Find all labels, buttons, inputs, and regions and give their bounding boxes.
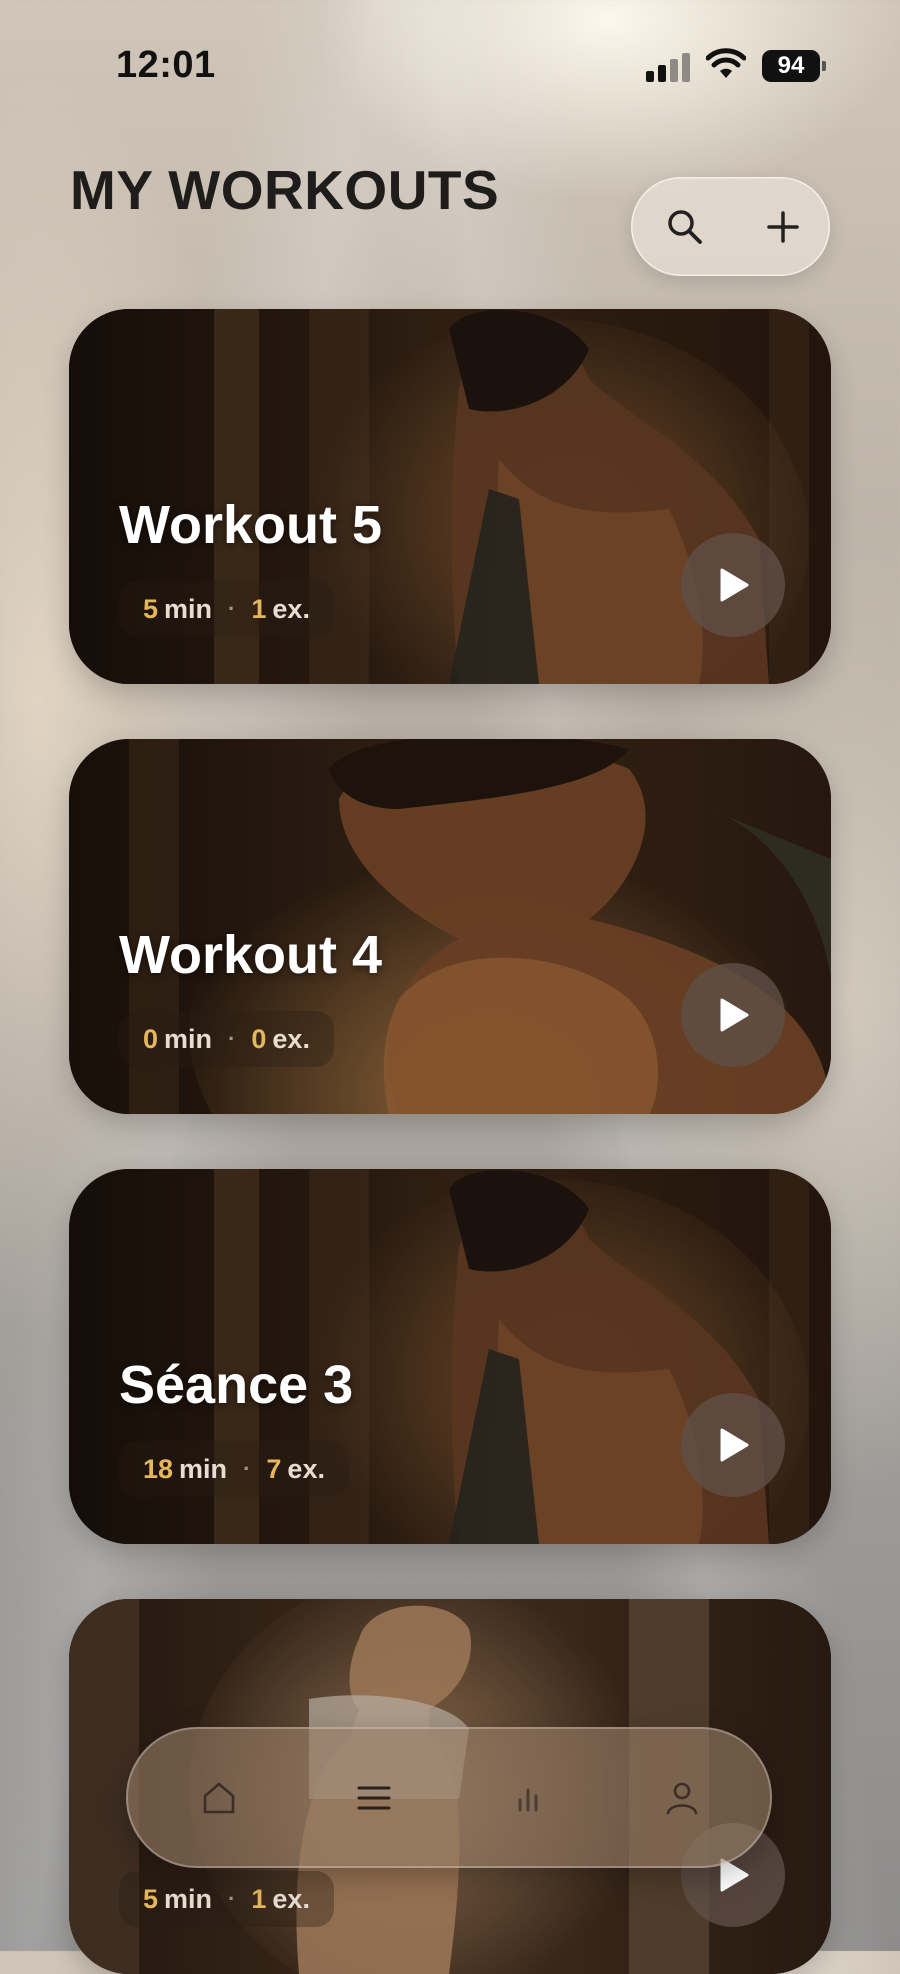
home-icon bbox=[203, 1782, 235, 1814]
workout-meta: 5 min · 1 ex. bbox=[119, 581, 334, 637]
workout-exercise-unit: ex. bbox=[272, 593, 310, 624]
workout-duration-value: 5 bbox=[143, 593, 159, 624]
workout-duration-value: 5 bbox=[143, 1883, 159, 1914]
workout-exercise-count: 7 bbox=[266, 1453, 282, 1484]
tab-workouts[interactable] bbox=[343, 1767, 405, 1829]
workout-exercise-unit: ex. bbox=[272, 1883, 310, 1914]
workout-meta: 5 min · 1 ex. bbox=[119, 1871, 334, 1927]
workout-exercise-unit: ex. bbox=[272, 1023, 310, 1054]
play-icon bbox=[720, 998, 749, 1032]
workout-exercise-count: 1 bbox=[251, 1883, 267, 1914]
battery-indicator: 94 bbox=[762, 50, 826, 82]
play-workout-button[interactable] bbox=[681, 1393, 785, 1497]
workout-title: Séance 3 bbox=[119, 1355, 354, 1415]
workout-duration-value: 18 bbox=[143, 1453, 174, 1484]
workout-card[interactable]: Séance 3 18 min · 7 ex. bbox=[69, 1169, 831, 1544]
cellular-signal-icon bbox=[646, 52, 690, 82]
status-time: 12:01 bbox=[116, 44, 216, 86]
profile-icon bbox=[666, 1782, 698, 1815]
search-icon bbox=[668, 210, 702, 244]
workout-duration-unit: min bbox=[179, 1453, 228, 1484]
workout-exercise-count: 0 bbox=[251, 1023, 267, 1054]
workout-meta: 18 min · 7 ex. bbox=[119, 1441, 349, 1497]
plus-icon bbox=[767, 211, 799, 243]
tab-stats[interactable] bbox=[497, 1767, 559, 1829]
workout-card[interactable]: Workout 5 5 min · 1 ex. bbox=[69, 309, 831, 684]
page-title: MY WORKOUTS bbox=[70, 159, 500, 221]
workout-duration-unit: min bbox=[164, 1023, 213, 1054]
tab-home[interactable] bbox=[188, 1767, 250, 1829]
search-button[interactable] bbox=[657, 199, 713, 255]
workout-duration-unit: min bbox=[164, 1883, 213, 1914]
meta-separator: · bbox=[228, 1026, 236, 1051]
stats-icon bbox=[518, 1788, 538, 1812]
meta-separator: · bbox=[228, 1886, 236, 1911]
workout-exercise-count: 1 bbox=[251, 593, 267, 624]
wifi-icon bbox=[706, 48, 746, 78]
workout-exercise-unit: ex. bbox=[287, 1453, 325, 1484]
workout-title: Workout 5 bbox=[119, 495, 383, 555]
header-actions bbox=[631, 177, 830, 276]
status-bar: 12:01 94 bbox=[0, 0, 900, 130]
meta-separator: · bbox=[228, 596, 236, 621]
tab-profile[interactable] bbox=[651, 1767, 713, 1829]
play-icon bbox=[720, 1428, 749, 1462]
list-icon bbox=[357, 1786, 391, 1810]
meta-separator: · bbox=[243, 1456, 251, 1481]
workout-duration-unit: min bbox=[164, 593, 213, 624]
tab-bar bbox=[126, 1727, 772, 1868]
add-workout-button[interactable] bbox=[755, 199, 811, 255]
workout-duration-value: 0 bbox=[143, 1023, 159, 1054]
play-workout-button[interactable] bbox=[681, 963, 785, 1067]
workout-card[interactable]: Workout 4 0 min · 0 ex. bbox=[69, 739, 831, 1114]
workout-title: Workout 4 bbox=[119, 925, 383, 985]
play-icon bbox=[720, 568, 749, 602]
workout-meta: 0 min · 0 ex. bbox=[119, 1011, 334, 1067]
play-workout-button[interactable] bbox=[681, 533, 785, 637]
